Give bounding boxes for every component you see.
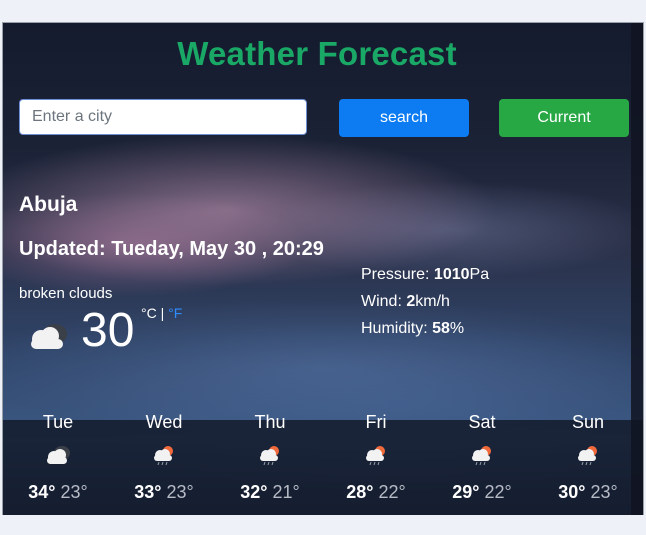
light-rain-icon <box>578 446 597 466</box>
city-search-input[interactable] <box>19 99 307 135</box>
pressure-label: Pressure: <box>361 266 434 283</box>
forecast-high: 32° <box>240 482 268 502</box>
broken-clouds-icon <box>47 446 70 464</box>
forecast-low: 22° <box>484 482 512 502</box>
forecast-day-name: Wed <box>145 412 183 432</box>
light-rain-icon <box>366 446 385 466</box>
forecast-temp-range: 30° 23° <box>535 482 641 503</box>
forecast-high: 33° <box>134 482 162 502</box>
light-rain-icon <box>472 446 491 466</box>
forecast-low: 21° <box>272 482 300 502</box>
forecast-day-name: Tue <box>42 412 74 432</box>
wind-label: Wind: <box>361 293 407 310</box>
light-rain-icon <box>260 446 279 466</box>
forecast-day-name: Fri <box>365 412 387 432</box>
forecast-day-name: Sun <box>571 412 605 432</box>
celsius-link[interactable]: °C <box>141 305 157 321</box>
forecast-temp-range: 34° 23° <box>5 482 111 503</box>
unit-toggle: °C | °F <box>141 305 182 321</box>
forecast-low: 23° <box>60 482 88 502</box>
humidity-unit: % <box>449 320 465 337</box>
page-title: Weather Forecast <box>177 35 457 72</box>
forecast-strip: Tue 34° 23° Wed 33° 23° Thu 32° 21° Fri … <box>3 412 643 515</box>
forecast-temp-range: 29° 22° <box>429 482 535 503</box>
forecast-high: 34° <box>28 482 56 502</box>
forecast-high: 30° <box>558 482 586 502</box>
light-rain-icon <box>154 446 173 466</box>
weather-card: Weather Forecast search Current Abuja Up… <box>2 22 644 515</box>
forecast-low: 23° <box>166 482 194 502</box>
pressure-row: Pressure: 1010Pa <box>361 261 489 288</box>
weather-description: broken clouds <box>19 285 113 302</box>
forecast-high: 29° <box>452 482 480 502</box>
forecast-temp-range: 28° 22° <box>323 482 429 503</box>
broken-clouds-icon <box>31 324 67 349</box>
humidity-row: Humidity: 58% <box>361 315 489 342</box>
forecast-low: 23° <box>590 482 618 502</box>
wind-unit: km/h <box>415 293 450 310</box>
updated-timestamp: Updated: Tueday, May 30 , 20:29 <box>19 238 324 260</box>
forecast-low: 22° <box>378 482 406 502</box>
current-location-button[interactable]: Current <box>499 99 629 137</box>
wind-row: Wind: 2km/h <box>361 288 489 315</box>
forecast-temp-range: 33° 23° <box>111 482 217 503</box>
forecast-high: 28° <box>346 482 374 502</box>
city-name: Abuja <box>19 193 78 216</box>
search-button[interactable]: search <box>339 99 469 137</box>
current-temperature: 30 <box>81 304 135 357</box>
unit-separator: | <box>156 305 169 321</box>
humidity-value: 58 <box>432 320 450 337</box>
fahrenheit-link[interactable]: °F <box>168 305 182 321</box>
pressure-unit: Pa <box>469 266 490 283</box>
forecast-day-name: Sat <box>468 412 496 432</box>
humidity-label: Humidity: <box>361 320 433 337</box>
pressure-value: 1010 <box>433 266 470 283</box>
weather-stats: Pressure: 1010Pa Wind: 2km/h Humidity: 5… <box>361 261 489 342</box>
wind-value: 2 <box>406 293 416 310</box>
forecast-day-name: Thu <box>254 412 286 432</box>
forecast-temp-range: 32° 21° <box>217 482 323 503</box>
